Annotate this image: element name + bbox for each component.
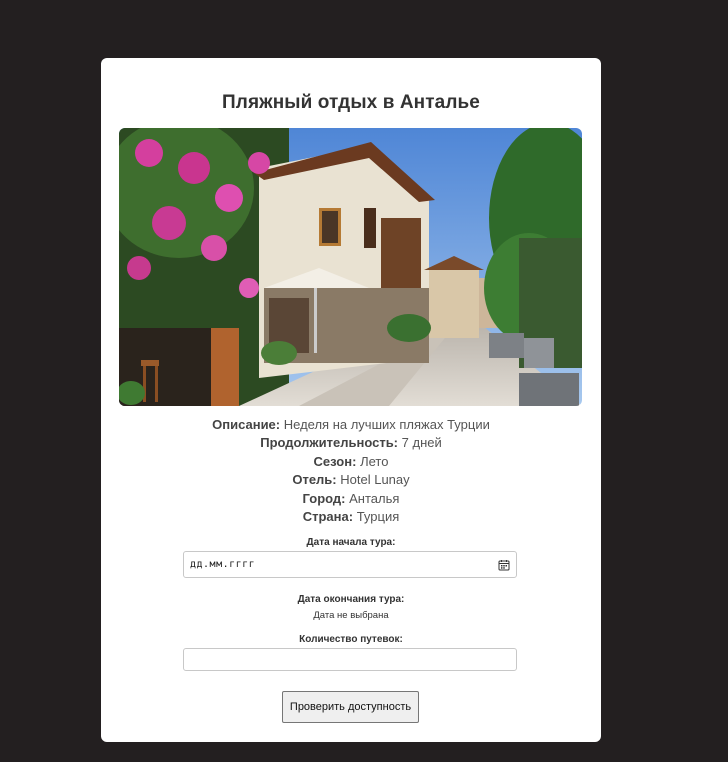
calendar-icon[interactable] <box>498 559 510 571</box>
detail-city: Город: Анталья <box>302 490 400 506</box>
tour-title: Пляжный отдых в Анталье <box>222 92 480 113</box>
detail-hotel: Отель: Hotel Lunay <box>292 472 410 488</box>
quantity-input[interactable] <box>183 648 517 671</box>
detail-country: Страна: Турция <box>302 509 400 525</box>
detail-season: Сезон: Лето <box>313 453 389 469</box>
start-date-placeholder: дд.мм.гггг <box>190 559 256 570</box>
end-date-label: Дата окончания тура: <box>297 594 405 605</box>
check-availability-button[interactable]: Проверить доступность <box>282 691 419 723</box>
tour-card: Пляжный отдых в Анталье Описание: Неделя… <box>101 58 601 742</box>
start-date-label: Дата начала тура: <box>306 537 396 548</box>
tour-photo <box>119 128 582 406</box>
street-illustration <box>119 128 582 406</box>
detail-description: Описание: Неделя на лучших пляжах Турции <box>212 417 490 432</box>
end-date-value: Дата не выбрана <box>313 610 389 621</box>
start-date-input[interactable]: дд.мм.гггг <box>183 551 517 578</box>
tour-details: Описание: Неделя на лучших пляжах Турции… <box>101 416 601 526</box>
quantity-label: Количество путевок: <box>299 634 403 645</box>
detail-duration: Продолжительность: 7 дней <box>260 435 442 451</box>
